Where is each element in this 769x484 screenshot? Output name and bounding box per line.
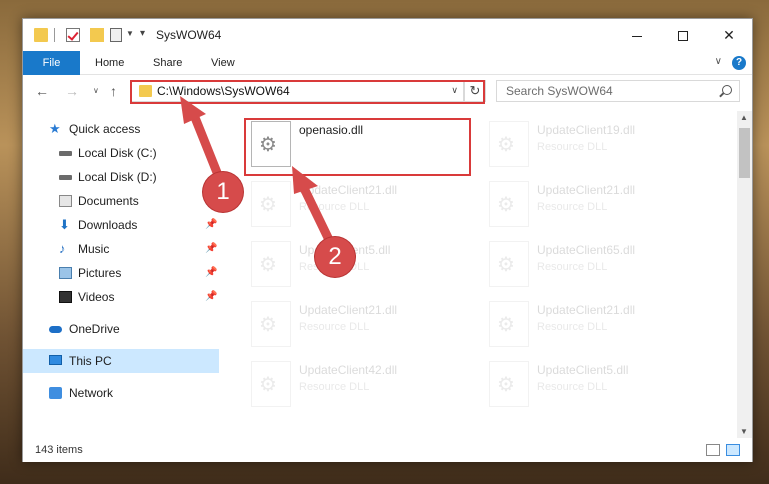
arrowhead-address-bar: [180, 96, 206, 124]
arrow-to-file: [297, 179, 337, 251]
annotation-arrows: [180, 96, 337, 251]
step-1-callout: 1: [203, 172, 243, 212]
arrow-to-address-bar: [187, 105, 225, 185]
arrowhead-file: [292, 166, 318, 194]
step-2-callout: 2: [315, 237, 355, 277]
